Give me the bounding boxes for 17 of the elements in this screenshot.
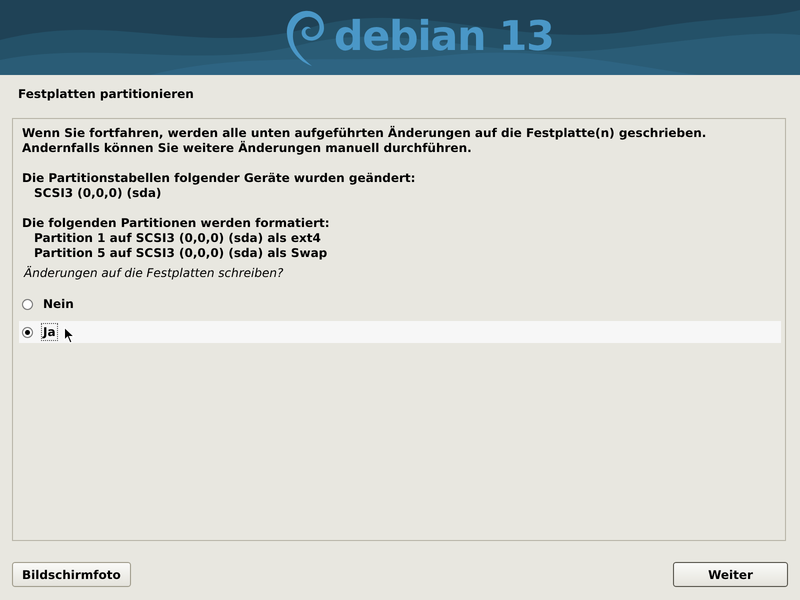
- section-heading: Die Partitionstabellen folgender Geräte wurden geändert:: [22, 171, 416, 186]
- continue-button[interactable]: Weiter: [673, 562, 788, 587]
- page-title: Festplatten partitionieren: [18, 87, 194, 101]
- radio-icon: [22, 326, 33, 338]
- list-item: Partition 1 auf SCSI3 (0,0,0) (sda) als ext4: [33, 231, 322, 246]
- radio-option[interactable]: Ja: [19, 321, 781, 343]
- radio-option[interactable]: Nein: [19, 293, 781, 315]
- mouse-pointer-icon: [64, 327, 75, 344]
- screenshot-button[interactable]: Bildschirmfoto: [12, 562, 131, 587]
- radio-icon: [22, 298, 33, 310]
- logo-text: debian 13: [334, 11, 554, 62]
- list-item: Partition 5 auf SCSI3 (0,0,0) (sda) als Swap: [33, 246, 328, 261]
- question-text: Änderungen auf die Festplatten schreiben?: [22, 266, 284, 281]
- list-item: SCSI3 (0,0,0) (sda): [33, 186, 162, 201]
- section-heading: Die folgenden Partitionen werden formatiert:: [22, 216, 331, 231]
- message-text: Andernfalls können Sie weitere Änderungen manuell durchführen.: [22, 141, 473, 156]
- message-text: Wenn Sie fortfahren, werden alle unten aufgeführten Änderungen auf die Festplatte(n) geschrieben.: [22, 126, 708, 140]
